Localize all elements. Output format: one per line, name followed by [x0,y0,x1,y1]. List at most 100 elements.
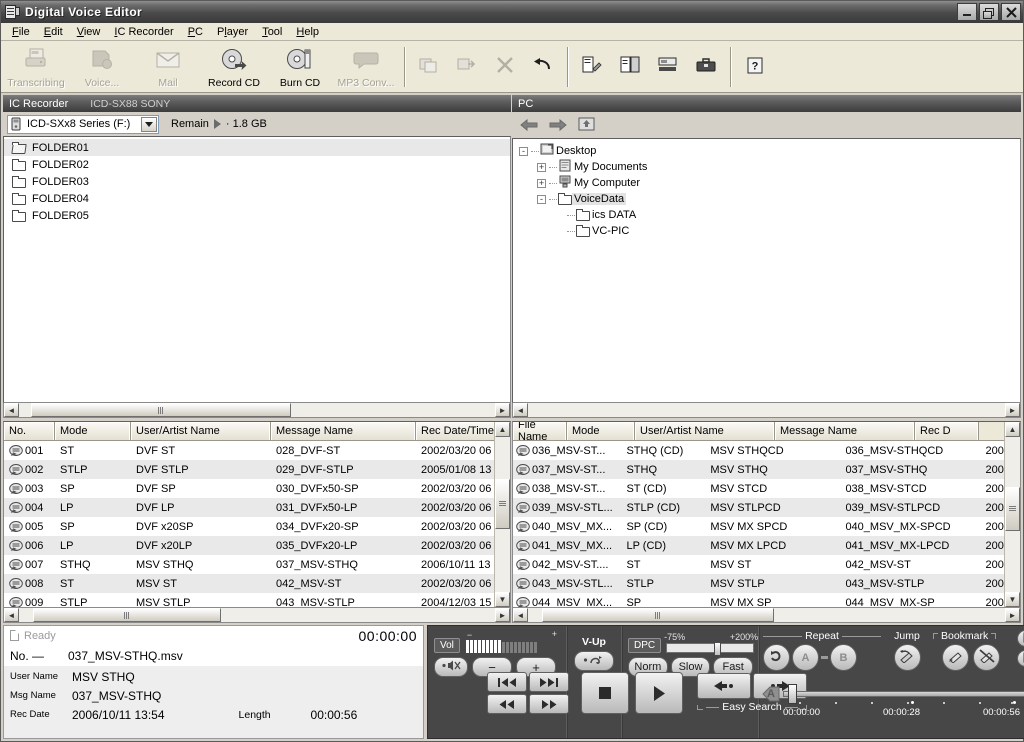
column-header-filename[interactable]: File Name [513,422,567,443]
scroll-right-icon[interactable]: ► [1005,608,1020,622]
column-header-message[interactable]: Message Name [775,422,915,440]
drive-combo[interactable]: ICD-SXx8 Series (F:) [7,114,159,134]
table-row[interactable]: 006 LP DVF x20LP 035_DVFx20-LP 2002/03/2… [4,536,510,555]
hscroll-thumb[interactable] [33,608,221,622]
forward-icon[interactable] [549,118,567,132]
hscroll-track[interactable] [19,608,495,622]
folder-item[interactable]: FOLDER04 [4,190,510,207]
stop-button[interactable] [581,672,629,714]
scroll-up-icon[interactable]: ▲ [1005,422,1020,437]
table-row[interactable]: 002 STLP DVF STLP 029_DVF-STLP 2005/01/0… [4,460,510,479]
column-header-message[interactable]: Message Name [271,422,416,440]
scroll-right-icon[interactable]: ► [1005,403,1020,417]
pc-folder-tree[interactable]: - Desktop + My Documents + My Computer -… [512,138,1021,403]
vscroll-track[interactable] [1005,437,1020,592]
table-row[interactable]: 007 STHQ MSV STHQ 037_MSV-STHQ 2006/10/1… [4,555,510,574]
pc-grid[interactable]: File Name Mode User/Artist Name Message … [512,421,1021,608]
scroll-left-icon[interactable]: ◄ [513,608,528,622]
tree-node-desktop[interactable]: - Desktop [519,143,1020,159]
bookmark-add-button[interactable] [942,644,969,671]
tree-expand-icon[interactable]: + [537,178,546,188]
tree-node-ics-data[interactable]: ics DATA [519,207,1020,223]
jump-button[interactable] [893,644,921,671]
menu-file[interactable]: FFileile [5,25,37,39]
column-header-mode[interactable]: Mode [567,422,635,440]
hscroll-track[interactable] [528,608,1005,622]
vscroll-thumb[interactable] [495,479,510,529]
toolbar-undo-button[interactable] [524,43,562,91]
table-row[interactable]: 005 SP DVF x20SP 034_DVFx20-SP 2002/03/2… [4,517,510,536]
back-icon[interactable] [520,118,538,132]
bookmark-remove-button[interactable] [973,644,1000,671]
dpc-slider-knob[interactable] [714,642,722,656]
table-row[interactable]: 004 LP DVF LP 031_DVFx50-LP 2002/03/20 0… [4,498,510,517]
vscroll-thumb[interactable] [1005,487,1020,531]
toolbar-record-cd-button[interactable]: Record CD [201,43,267,91]
scroll-down-icon[interactable]: ▼ [495,592,510,607]
scroll-up-icon[interactable]: ▲ [495,422,510,437]
folder-item[interactable]: FOLDER03 [4,173,510,190]
scroll-right-icon[interactable]: ► [495,403,510,417]
seek-track[interactable] [783,691,1024,697]
toolbar-delete-button[interactable] [486,43,524,91]
pc-grid-hscrollbar[interactable]: ◄ ► [512,608,1021,623]
voice-up-button[interactable] [574,651,614,671]
menu-ic-recorder[interactable]: IC Recorder [107,25,180,39]
folder-item[interactable]: FOLDER05 [4,207,510,224]
table-row[interactable]: 044_MSV_MX... SP MSV MX SP 044_MSV_MX-SP… [513,593,1020,607]
menu-tool[interactable]: Tool [255,25,289,39]
column-header-no[interactable]: No. [4,422,55,440]
toolbar-mail-button[interactable]: Mail [135,43,201,91]
scroll-left-icon[interactable]: ◄ [4,608,19,622]
up-folder-icon[interactable] [578,116,595,134]
menu-player[interactable]: Player [210,25,255,39]
tree-node-my-computer[interactable]: + My Computer [519,175,1020,191]
table-row[interactable]: 001 ST DVF ST 028_DVF-ST 2002/03/20 06 [4,441,510,460]
dpc-slider[interactable] [666,642,755,656]
combine-message-button[interactable] [1017,650,1024,667]
toolbar-copy-button[interactable] [410,43,448,91]
scroll-down-icon[interactable]: ▼ [1005,592,1020,607]
tree-node-my-documents[interactable]: + My Documents [519,159,1020,175]
toolbar-transcribing-button[interactable]: Transcribing [3,43,69,91]
ic-grid-hscrollbar[interactable]: ◄ ► [3,608,511,623]
repeat-a-button[interactable]: A [792,644,819,671]
repeat-button[interactable] [763,644,790,671]
pc-tree-hscrollbar[interactable]: ◄ ► [512,403,1021,418]
tree-collapse-icon[interactable]: - [519,146,528,156]
column-header-recdate[interactable]: Rec D [915,422,979,440]
ic-grid-vscrollbar[interactable]: ▲ ▼ [494,422,510,607]
fast-forward-button[interactable] [529,694,569,714]
seek-bar[interactable]: A B [761,684,1024,704]
toolbar-combine-message-button[interactable] [649,43,687,91]
folder-item[interactable]: FOLDER02 [4,156,510,173]
table-row[interactable]: 009 STLP MSV STLP 043_MSV-STLP 2004/12/0… [4,593,510,607]
next-track-button[interactable] [529,672,569,692]
menu-pc[interactable]: PC [181,25,210,39]
toolbar-voice-button[interactable]: Voice... [69,43,135,91]
restore-button[interactable] [979,3,999,21]
column-header-user[interactable]: User/Artist Name [131,422,271,440]
hscroll-track[interactable] [19,403,495,417]
table-row[interactable]: 043_MSV-STL... STLP MSV STLP 043_MSV-STL… [513,574,1020,593]
hscroll-thumb[interactable] [542,608,774,622]
column-header-user[interactable]: User/Artist Name [635,422,775,440]
toolbar-toolbox-button[interactable] [687,43,725,91]
hscroll-track[interactable] [528,403,1005,417]
table-row[interactable]: 037_MSV-ST... STHQ MSV STHQ 037_MSV-STHQ… [513,460,1020,479]
rewind-button[interactable] [487,694,527,714]
tree-expand-icon[interactable]: + [537,162,546,172]
table-row[interactable]: 036_MSV-ST... STHQ (CD) MSV STHQCD 036_M… [513,441,1020,460]
repeat-b-button[interactable]: B [830,644,857,671]
table-row[interactable]: 041_MSV_MX... LP (CD) MSV MX LPCD 041_MS… [513,536,1020,555]
mute-button[interactable] [434,657,468,677]
table-row[interactable]: 042_MSV-ST.... ST MSV ST 042_MSV-ST 2002 [513,555,1020,574]
toolbar-move-button[interactable] [448,43,486,91]
table-row[interactable]: 008 ST MSV ST 042_MSV-ST 2002/03/20 06 [4,574,510,593]
scroll-left-icon[interactable]: ◄ [513,403,528,417]
pc-grid-vscrollbar[interactable]: ▲ ▼ [1004,422,1020,607]
play-button[interactable] [635,672,683,714]
menu-view[interactable]: View [70,25,108,39]
vscroll-track[interactable] [495,437,510,592]
tree-node-voicedata[interactable]: - VoiceData [519,191,1020,207]
